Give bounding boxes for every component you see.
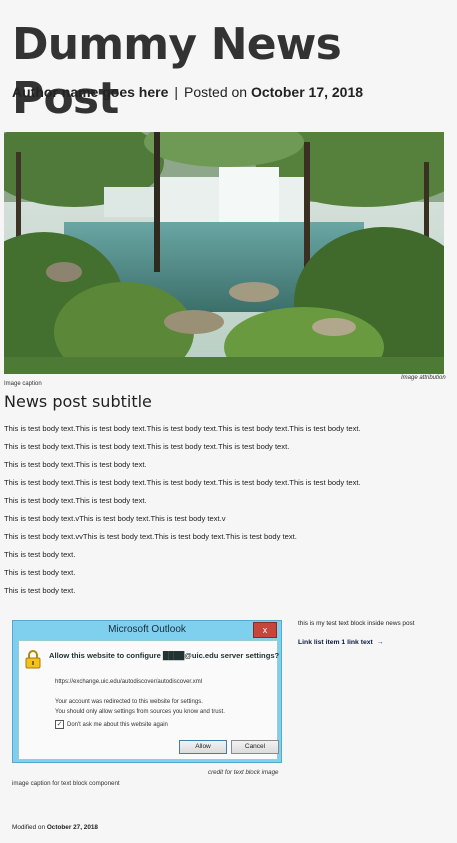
dialog-message: Your account was redirected to this webs… [55, 697, 225, 717]
dialog-message-line: Your account was redirected to this webs… [55, 699, 203, 705]
link-list-item-label: Link list item 1 link text [298, 639, 373, 646]
dialog-checkbox-label: Don't ask me about this website again [67, 721, 168, 728]
body-paragraph: This is test body text.This is test body… [4, 442, 290, 451]
hero-image-attribution: Image attribution [401, 375, 446, 381]
post-subtitle: News post subtitle [4, 392, 152, 411]
text-block-text: this is my test text block inside news p… [298, 620, 415, 627]
body-paragraph: This is test body text.vvThis is test bo… [4, 532, 297, 541]
body-paragraph: This is test body text. [4, 568, 76, 577]
body-paragraph: This is test body text.This is test body… [4, 478, 361, 487]
text-block-image: Microsoft Outlook x Allow this website t… [12, 620, 282, 763]
body-paragraph: This is test body text. [4, 550, 76, 559]
text-block-image-caption: image caption for text block component [12, 780, 120, 787]
body-paragraph: This is test body text.This is test body… [4, 496, 147, 505]
body-paragraph: This is test body text.This is test body… [4, 460, 147, 469]
post-body: This is test body text. This is test body… [4, 420, 444, 600]
dialog-checkbox: ✓ [55, 720, 64, 729]
byline-separator: | [174, 84, 179, 100]
modified-date: October 27, 2018 [46, 824, 98, 831]
dialog-url: https://exchange.uic.edu/autodiscover/au… [55, 679, 203, 685]
post-title: Dummy News Post [12, 19, 342, 124]
dialog-checkbox-row: ✓ Don't ask me about this website again [55, 720, 168, 729]
posted-prefix: Posted on [184, 84, 248, 100]
dialog-cancel-button: Cancel [231, 740, 279, 754]
body-paragraph: This is test body text.This is test body… [4, 424, 361, 433]
dialog-message-line: You should only allow settings from sour… [55, 709, 225, 715]
dialog-question: Allow this website to configure ████@uic… [49, 651, 280, 660]
body-paragraph: This is test body text. [4, 586, 76, 595]
modified-prefix: Modified on [12, 824, 46, 831]
modified-line: Modified on October 27, 2018 [12, 824, 98, 831]
dialog-body: Allow this website to configure ████@uic… [18, 640, 280, 760]
dialog-close-button: x [253, 622, 277, 638]
dialog-title: Microsoft Outlook [108, 624, 186, 635]
author-name: Author name goes here [12, 84, 169, 100]
lock-icon [25, 649, 41, 674]
hero-image [4, 132, 444, 374]
link-list-item-1[interactable]: Link list item 1 link text → [298, 639, 384, 646]
posted-date: October 17, 2018 [250, 84, 364, 100]
body-paragraph: This is test body text.vThis is test bod… [4, 514, 226, 523]
text-block-image-credit: credit for text block image [208, 769, 279, 776]
byline: Author name goes here | Posted on October … [12, 84, 363, 100]
hero-image-caption: Image caption [4, 381, 42, 387]
dialog-allow-button: Allow [179, 740, 227, 754]
arrow-right-icon: → [376, 639, 384, 646]
